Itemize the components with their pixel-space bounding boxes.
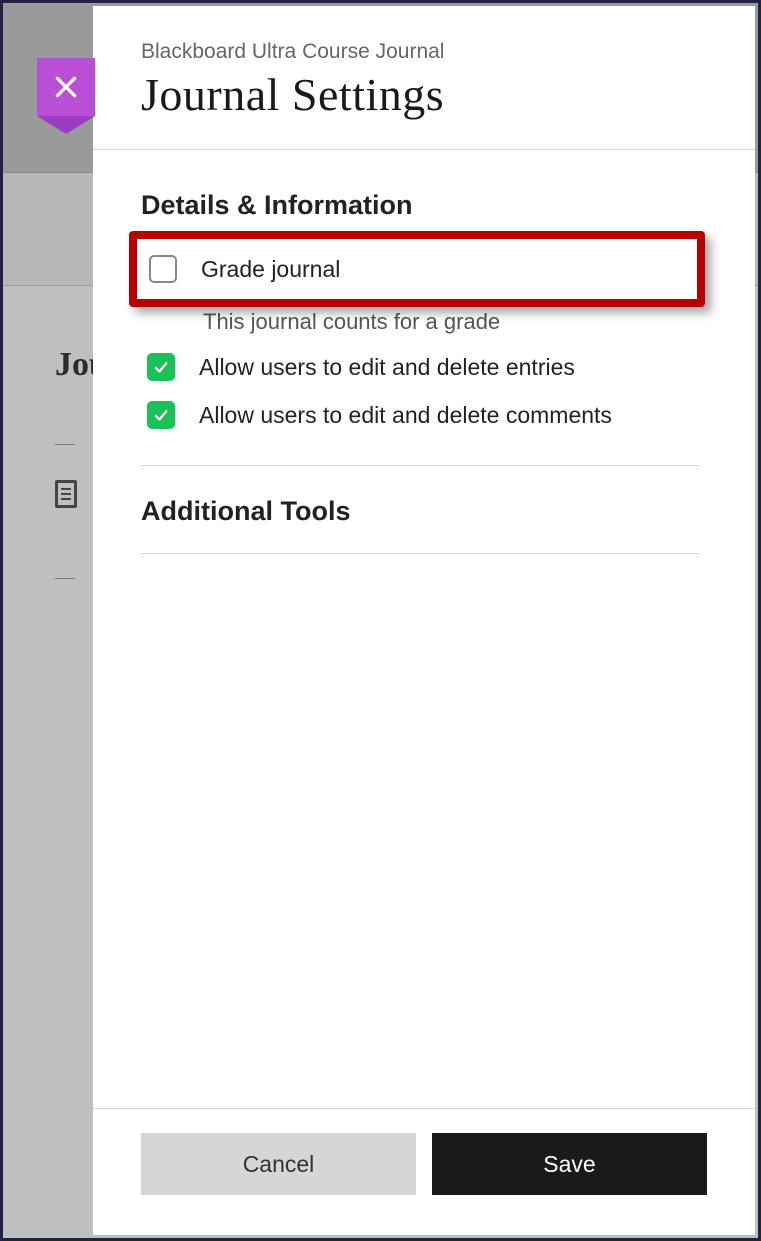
- check-icon: [152, 406, 170, 424]
- cancel-button[interactable]: Cancel: [141, 1133, 416, 1195]
- save-button[interactable]: Save: [432, 1133, 707, 1195]
- grade-journal-option[interactable]: Grade journal: [143, 255, 697, 283]
- tools-heading: Additional Tools: [141, 496, 699, 527]
- document-icon: [55, 480, 77, 508]
- close-icon: [53, 74, 79, 100]
- allow-edit-entries-checkbox[interactable]: [147, 353, 175, 381]
- grade-journal-label: Grade journal: [201, 256, 340, 283]
- grade-journal-description: This journal counts for a grade: [141, 309, 699, 335]
- panel-footer: Cancel Save: [93, 1108, 755, 1235]
- details-heading: Details & Information: [141, 190, 699, 221]
- allow-edit-comments-option[interactable]: Allow users to edit and delete comments: [141, 391, 699, 439]
- allow-edit-entries-label: Allow users to edit and delete entries: [199, 354, 575, 381]
- allow-edit-entries-option[interactable]: Allow users to edit and delete entries: [141, 343, 699, 391]
- close-button[interactable]: [37, 58, 95, 116]
- journal-settings-panel: Blackboard Ultra Course Journal Journal …: [93, 6, 755, 1235]
- panel-body: Details & Information Grade journal This…: [93, 150, 755, 1108]
- section-divider: [141, 553, 699, 554]
- allow-edit-comments-checkbox[interactable]: [147, 401, 175, 429]
- check-icon: [152, 358, 170, 376]
- allow-edit-comments-label: Allow users to edit and delete comments: [199, 402, 612, 429]
- page-title: Journal Settings: [141, 68, 707, 121]
- panel-header: Blackboard Ultra Course Journal Journal …: [93, 6, 755, 150]
- breadcrumb: Blackboard Ultra Course Journal: [141, 40, 707, 64]
- grade-journal-checkbox[interactable]: [149, 255, 177, 283]
- grade-journal-callout: Grade journal: [129, 231, 705, 307]
- section-divider: [141, 465, 699, 466]
